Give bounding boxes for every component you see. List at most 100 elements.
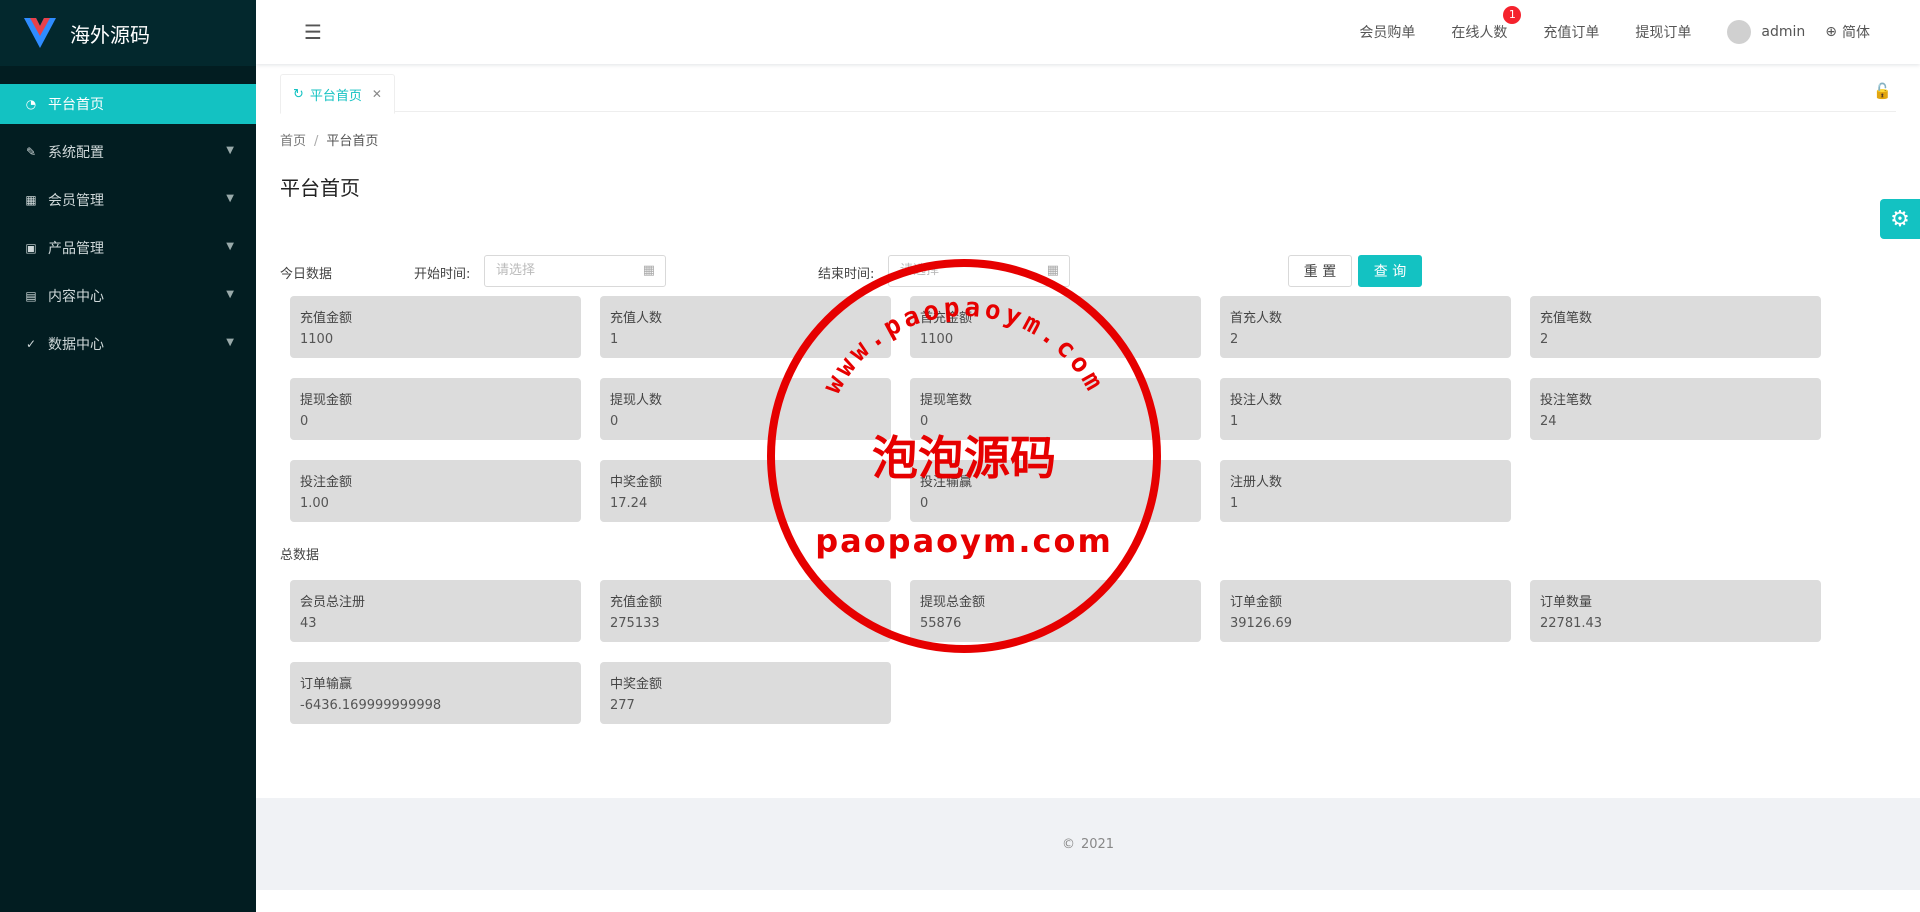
stat-label: 提现总金额 [920,595,986,610]
stat-label: 会员总注册 [300,595,366,610]
online-users-link[interactable]: 在线人数 1 [1451,6,1522,42]
language-switch[interactable]: ⊕ 简体 [1825,22,1870,42]
online-count-badge: 1 [1503,6,1522,24]
total-data-label: 总数据 [280,548,320,563]
stat-label: 充值金额 [610,595,663,610]
total-stats-grid: 会员总注册 43 充值金额 275133 提现总金额 55876 订单金额 39126.… [290,580,1821,724]
recharge-orders-link[interactable]: 充值订单 [1543,22,1599,42]
stat-card: 订单数量 22781.43 [1530,580,1821,642]
sidebar-item-label: 系统配置 [48,145,104,161]
chevron-down-icon: ▼ [226,289,234,300]
tab-bar: ↻ 平台首页 ✕ 🔓 [280,72,1896,114]
menu-fold-icon[interactable]: ☰ [304,20,322,44]
stat-card: 中奖金额 277 [600,662,891,724]
withdraw-orders-link[interactable]: 提现订单 [1635,22,1691,42]
tab-label: 平台首页 [309,88,362,104]
stat-card: 中奖金额 17.24 [600,460,891,522]
stat-label: 中奖金额 [610,475,663,490]
stat-card: 充值笔数 2 [1530,296,1821,358]
header-nav: 会员购单 在线人数 1 充值订单 提现订单 admin ⊕ 简体 [1359,0,1870,64]
user-menu[interactable]: admin [1727,20,1805,44]
start-date-picker[interactable]: 请选择 ▦ [484,255,666,287]
breadcrumb: 首页 / 平台首页 [280,130,378,149]
settings-drawer-button[interactable]: ⚙ [1880,199,1920,239]
sidebar-item-label: 会员管理 [48,193,104,209]
stat-value: 277 [610,698,635,713]
stamp-bottom-text: paopaoym.com [815,522,1113,560]
stat-value: 1.00 [300,496,329,511]
stat-label: 中奖金额 [610,677,663,692]
reload-icon[interactable]: ↻ [293,87,304,102]
stat-label: 提现人数 [610,393,663,408]
sidebar-menu: ◔ 平台首页 ✎ 系统配置 ▼ ▦ 会员管理 ▼ ▣ 产品管理 ▼ ▤ 内容中心… [0,84,256,364]
sidebar-item-label: 数据中心 [48,337,104,353]
stat-card: 注册人数 1 [1220,460,1511,522]
stat-value: 2 [1540,332,1549,347]
stat-value: 0 [300,414,309,429]
stat-value: 39126.69 [1230,616,1293,631]
language-label: 简体 [1842,25,1870,41]
member-orders-link[interactable]: 会员购单 [1359,22,1415,42]
reset-button[interactable]: 重 置 [1288,255,1352,287]
stat-label: 注册人数 [1230,475,1283,490]
stat-card: 提现金额 0 [290,378,581,440]
stat-value: 275133 [610,616,660,631]
stat-label: 订单输赢 [300,677,353,692]
stat-card: 投注金额 1.00 [290,460,581,522]
stat-card: 提现总金额 55876 [910,580,1201,642]
stat-value: 0 [920,414,929,429]
stat-card: 充值金额 275133 [600,580,891,642]
stat-label: 投注金额 [300,475,353,490]
check-circle-icon: ✓ [25,337,37,351]
stat-label: 首充金额 [920,311,973,326]
tab-dashboard[interactable]: ↻ 平台首页 ✕ [280,74,395,114]
end-time-label: 结束时间: [818,267,875,282]
globe-icon: ⊕ [1825,24,1837,40]
end-date-picker[interactable]: 请选择 ▦ [888,255,1070,287]
online-users-label: 在线人数 [1451,25,1508,41]
end-date-placeholder: 请选择 [900,263,940,278]
stat-value: 0 [920,496,929,511]
close-icon[interactable]: ✕ [372,87,382,101]
gear-icon: ⚙ [1890,206,1910,232]
sidebar-item-members[interactable]: ▦ 会员管理 ▼ [0,180,256,220]
breadcrumb-current: 平台首页 [326,134,379,149]
breadcrumb-home[interactable]: 首页 [280,134,306,149]
chevron-down-icon: ▼ [226,241,234,252]
stat-label: 充值笔数 [1540,311,1593,326]
sidebar-item-products[interactable]: ▣ 产品管理 ▼ [0,228,256,268]
stat-value: 22781.43 [1540,616,1603,631]
query-button[interactable]: 查 询 [1358,255,1422,287]
stat-value: 24 [1540,414,1557,429]
start-date-placeholder: 请选择 [496,263,536,278]
sidebar-item-dashboard[interactable]: ◔ 平台首页 [0,84,256,124]
stat-label: 提现金额 [300,393,353,408]
stat-value: 1 [610,332,619,347]
stat-value: 1100 [300,332,334,347]
stat-card: 投注输赢 0 [910,460,1201,522]
logo-text: 海外源码 [70,22,150,47]
sidebar-item-data[interactable]: ✓ 数据中心 ▼ [0,324,256,364]
sidebar-item-label: 产品管理 [48,241,104,257]
stat-value: 2 [1230,332,1239,347]
logo-v-icon [24,18,56,48]
today-stats-grid: 充值金额 1100 充值人数 1 首充金额 1100 首充人数 2 充值笔数 2 提现金额… [290,296,1821,522]
logo[interactable]: 海外源码 [0,0,256,66]
stat-value: 1100 [920,332,954,347]
breadcrumb-separator: / [314,134,319,149]
footer: © 2021 [256,798,1920,890]
stat-label: 订单数量 [1540,595,1593,610]
sidebar-item-content[interactable]: ▤ 内容中心 ▼ [0,276,256,316]
unlock-icon[interactable]: 🔓 [1873,82,1892,100]
filter-bar: 今日数据 开始时间: 请选择 ▦ 结束时间: 请选择 ▦ 重 置 查 询 [280,255,1422,287]
sidebar-item-system-config[interactable]: ✎ 系统配置 ▼ [0,132,256,172]
stat-value: 43 [300,616,317,631]
copyright-icon: © [1061,836,1075,852]
table-icon: ▦ [25,193,37,207]
top-header: ☰ 会员购单 在线人数 1 充值订单 提现订单 admin ⊕ 简体 [256,0,1920,64]
stat-card: 会员总注册 43 [290,580,581,642]
edit-icon: ✎ [25,145,37,159]
stat-label: 订单金额 [1230,595,1283,610]
chevron-down-icon: ▼ [226,145,234,156]
stat-card: 首充金额 1100 [910,296,1201,358]
